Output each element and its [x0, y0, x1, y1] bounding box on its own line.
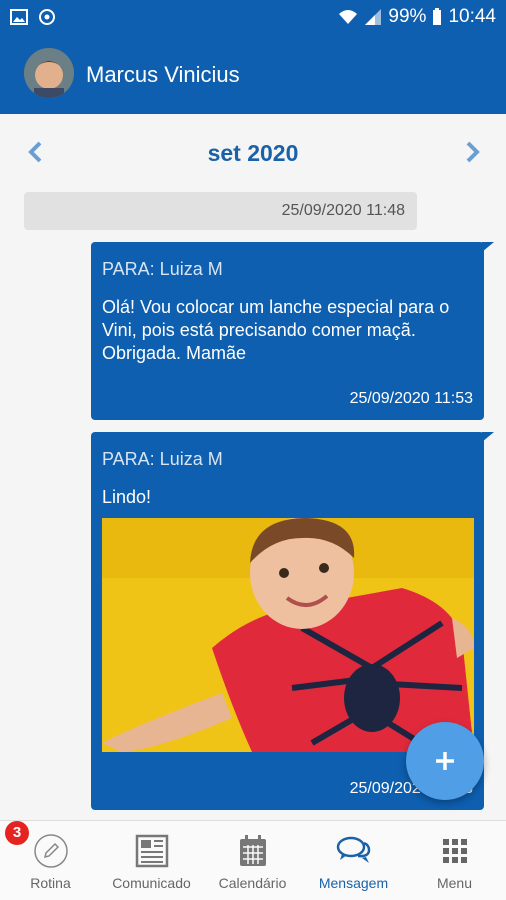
pencil-circle-icon [33, 834, 68, 868]
gallery-icon [10, 9, 28, 25]
battery-icon [433, 8, 442, 25]
date-separator: 25/09/2020 11:48 [24, 192, 417, 230]
avatar[interactable] [24, 48, 74, 98]
tab-label: Comunicado [112, 875, 191, 891]
message-text: Lindo! [102, 487, 152, 507]
tab-calendario[interactable]: Calendário [202, 821, 303, 900]
avatar-photo [24, 48, 74, 98]
wifi-icon [339, 10, 358, 24]
new-message-button[interactable] [406, 722, 484, 800]
plus-icon [436, 752, 454, 770]
signal-icon [365, 9, 382, 25]
tab-label: Menu [436, 875, 473, 891]
sync-icon [39, 9, 55, 25]
month-navigation: set 2020 [0, 130, 506, 176]
tab-label: Mensagem [318, 875, 389, 891]
battery-percentage: 99% [388, 6, 427, 27]
tab-label: Rotina [30, 875, 71, 891]
tab-menu[interactable]: Menu [404, 821, 505, 900]
tab-mensagem[interactable]: Mensagem [303, 821, 404, 900]
month-label: set 2020 [207, 140, 299, 166]
chevron-right-icon[interactable] [460, 140, 484, 164]
message-timestamp: 25/09/2020 11:53 [349, 390, 473, 407]
clock: 10:44 [448, 6, 496, 27]
newspaper-icon [135, 834, 168, 868]
grid-icon [442, 839, 467, 863]
app-header: Marcus Vinicius [0, 36, 506, 114]
message-text: Olá! Vou colocar um lanche especial para… [102, 297, 450, 363]
tab-label: Calendário [218, 875, 287, 891]
bubble-tail [482, 432, 494, 442]
message-bubble[interactable]: PARA: Luiza M Olá! Vou colocar um lanche… [91, 242, 494, 420]
message-photo[interactable] [102, 518, 474, 752]
bubble-tail [482, 242, 494, 252]
message-recipient: PARA: Luiza M [102, 449, 223, 469]
bottom-navigation: Rotina Comunicado Calendário Mensagem Me… [0, 820, 506, 900]
child-photo [102, 518, 474, 752]
status-bar: 99% 10:44 [0, 0, 506, 36]
user-name: Marcus Vinicius [86, 62, 240, 87]
notification-badge: 3 [5, 821, 29, 845]
message-recipient: PARA: Luiza M [102, 259, 223, 279]
tab-comunicado[interactable]: Comunicado [101, 821, 202, 900]
chat-bubbles-icon [336, 836, 370, 863]
calendar-icon [239, 835, 266, 866]
